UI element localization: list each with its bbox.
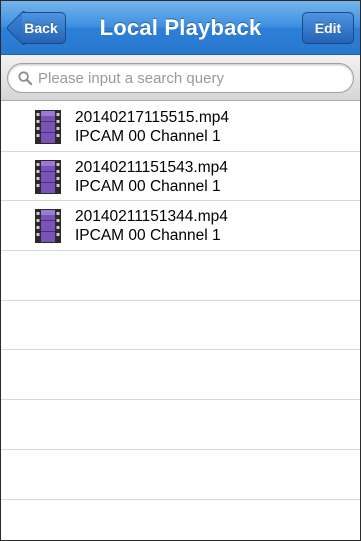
film-icon [35,209,61,244]
film-icon [35,110,61,144]
search-field[interactable] [7,63,354,93]
navigation-bar: Local Playback Back Edit [1,1,360,55]
recording-file-name: 20140217115515.mp4 [75,109,229,126]
empty-row [1,251,360,301]
film-icon [35,159,61,194]
recording-channel: IPCAM 00 Channel 1 [75,177,221,195]
search-bar [1,55,360,101]
empty-row [1,449,360,500]
recording-channel: IPCAM 00 Channel 1 [75,227,221,245]
back-button-label: Back [24,20,58,36]
search-input[interactable] [38,64,343,92]
recording-channel: IPCAM 00 Channel 1 [75,128,221,145]
search-icon [18,71,32,85]
empty-row [1,350,360,401]
list-item[interactable]: 20140217115515.mp4 IPCAM 00 Channel 1 [1,102,360,152]
edit-button[interactable]: Edit [302,12,354,44]
recording-file-name: 20140211151543.mp4 [75,158,228,176]
empty-row [1,400,360,450]
empty-row [1,300,360,351]
recording-list: 20140217115515.mp4 IPCAM 00 Channel 1 20… [1,102,360,540]
recording-file-name: 20140211151344.mp4 [75,208,228,226]
app-frame: Local Playback Back Edit Please input a … [0,0,361,541]
list-item[interactable]: 20140211151543.mp4 IPCAM 00 Channel 1 [1,151,360,202]
back-button[interactable]: Back [5,9,66,47]
list-item[interactable]: 20140211151344.mp4 IPCAM 00 Channel 1 [1,201,360,252]
